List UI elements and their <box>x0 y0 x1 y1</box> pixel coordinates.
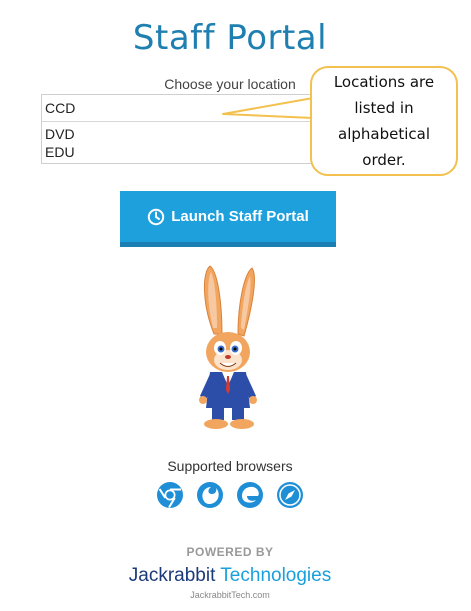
location-option[interactable]: EDU <box>42 143 336 161</box>
launch-staff-portal-button[interactable]: Launch Staff Portal <box>120 191 336 247</box>
location-label: Choose your location <box>164 76 296 92</box>
callout-text: Locations are listed in alphabetical ord… <box>333 73 435 169</box>
supported-browsers-label: Supported browsers <box>167 458 293 474</box>
clock-icon <box>148 208 165 225</box>
callout-note: Locations are listed in alphabetical ord… <box>310 66 458 176</box>
brand-name-part2: Technologies <box>215 565 332 586</box>
callout-pointer <box>222 97 314 119</box>
browser-icons <box>156 481 310 511</box>
page-title: Staff Portal <box>132 18 328 58</box>
powered-by-label: POWERED BY <box>186 545 274 559</box>
brand-name-part1: Jackrabbit <box>128 565 216 586</box>
firefox-icon <box>197 482 223 508</box>
edge-icon <box>237 482 263 508</box>
launch-button-label: Launch Staff Portal <box>171 208 309 225</box>
safari-icon <box>277 482 303 508</box>
location-option[interactable]: DVD <box>42 125 336 143</box>
brand-website: JackrabbitTech.com <box>190 590 270 600</box>
brand-logo: Jackrabbit Technologies <box>100 565 360 587</box>
rabbit-mascot <box>199 265 257 429</box>
chrome-icon <box>157 482 183 509</box>
